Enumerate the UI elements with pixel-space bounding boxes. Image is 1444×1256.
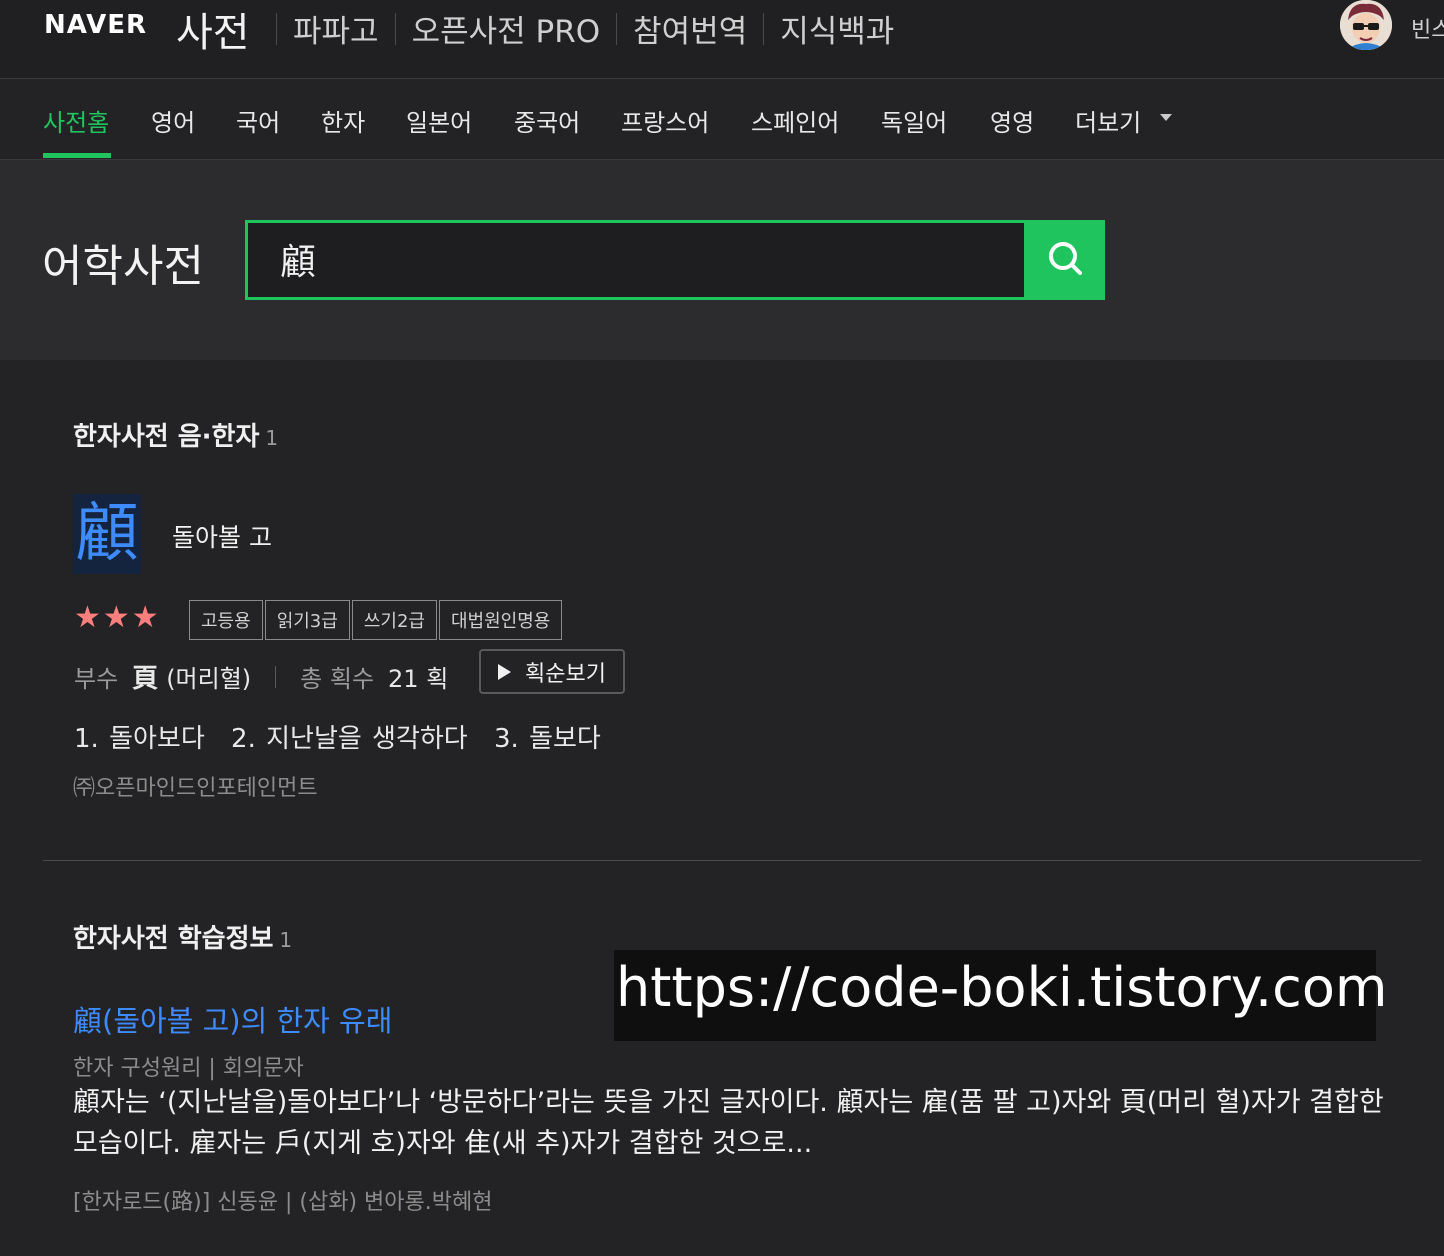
- tab-dictionary-home[interactable]: 사전홈: [43, 103, 109, 138]
- watermark-url: https://code-boki.tistory.com: [614, 950, 1388, 1041]
- service-links: 파파고 오픈사전 PRO 참여번역 지식백과: [276, 6, 910, 51]
- section-title-hanja: 한자사전 음·한자 1: [73, 416, 278, 453]
- hanja-character[interactable]: 顧: [73, 494, 141, 574]
- tab-english-english[interactable]: 영영: [990, 103, 1034, 138]
- section-title-text: 한자사전 음·한자: [73, 422, 260, 452]
- play-icon: [498, 663, 512, 680]
- meaning-item: 2. 지난날을 생각하다: [231, 724, 468, 754]
- section-title-study: 한자사전 학습정보 1: [73, 918, 292, 955]
- tab-more[interactable]: 더보기: [1075, 103, 1141, 138]
- active-tab-indicator: [43, 153, 111, 158]
- result-count: 1: [279, 928, 293, 952]
- chevron-down-icon[interactable]: [1160, 114, 1172, 121]
- results-content: 한자사전 음·한자 1 顧 돌아볼 고 ★★★ 고등용 읽기3급 쓰기2급 대법원…: [0, 360, 1444, 1256]
- service-link-opendict-pro[interactable]: 오픈사전 PRO: [396, 6, 617, 51]
- origin-link[interactable]: 顧(돌아볼 고)의 한자 유래: [73, 998, 392, 1040]
- origin-description: 顧자는 ‘(지난날을)돌아보다’나 ‘방문하다’라는 뜻을 가진 글자이다. 顧…: [73, 1087, 1384, 1159]
- tag-highschool: 고등용: [189, 600, 263, 640]
- level-stars: ★★★: [74, 600, 161, 635]
- strokes-label: 총 획수: [300, 665, 375, 693]
- meanings-list: 1. 돌아보다 2. 지난날을 생각하다 3. 돌보다: [74, 718, 617, 755]
- tab-spanish[interactable]: 스페인어: [751, 103, 839, 138]
- service-link-translation[interactable]: 참여번역: [617, 6, 763, 51]
- tab-french[interactable]: 프랑스어: [621, 103, 709, 138]
- strokes-value: 21 획: [388, 665, 449, 693]
- level-tags: 고등용 읽기3급 쓰기2급 대법원인명용: [189, 600, 564, 640]
- search-button[interactable]: [1026, 220, 1105, 300]
- hanja-meaning: 돌아볼 고: [172, 523, 272, 552]
- result-count: 1: [265, 426, 279, 450]
- naver-logo[interactable]: NAVER: [44, 10, 147, 40]
- search-title: 어학사전: [42, 241, 204, 292]
- username[interactable]: 빈스: [1411, 12, 1444, 44]
- service-link-papago[interactable]: 파파고: [277, 6, 395, 51]
- dictionary-logo[interactable]: 사전: [176, 0, 250, 58]
- service-link-encyclopedia[interactable]: 지식백과: [764, 6, 910, 51]
- section-title-text: 한자사전 학습정보: [73, 924, 274, 954]
- search-icon: [1049, 242, 1082, 275]
- avatar-icon: [1340, 0, 1392, 50]
- origin-source: [한자로드(路)] 신동윤 | (삽화) 변아롱.박혜현: [73, 1190, 493, 1215]
- stroke-order-button[interactable]: 획순보기: [479, 649, 625, 694]
- tab-hanja[interactable]: 한자: [321, 103, 365, 138]
- tab-chinese[interactable]: 중국어: [514, 103, 580, 138]
- radical-label: 부수: [74, 665, 119, 693]
- radical-char[interactable]: 頁: [132, 658, 158, 695]
- top-header: NAVER 사전 파파고 오픈사전 PRO 참여번역 지식백과 빈스: [0, 0, 1444, 79]
- tag-name-use: 대법원인명용: [438, 600, 563, 640]
- divider: [275, 665, 277, 688]
- tag-reading-grade: 읽기3급: [264, 600, 350, 640]
- tab-korean[interactable]: 국어: [236, 103, 280, 138]
- radical-strokes-row: 부수 頁 (머리혈) 총 획수 21 획: [74, 658, 448, 695]
- search-box: [245, 220, 1027, 300]
- tab-japanese[interactable]: 일본어: [406, 103, 472, 138]
- tag-writing-grade: 쓰기2급: [351, 600, 437, 640]
- origin-meta: 한자 구성원리 | 회의문자: [73, 1056, 304, 1081]
- source-credit[interactable]: ㈜오픈마인드인포테인먼트: [73, 770, 318, 802]
- tab-german[interactable]: 독일어: [881, 103, 947, 138]
- search-input[interactable]: [278, 233, 982, 285]
- tab-english[interactable]: 영어: [151, 103, 195, 138]
- stroke-order-label: 획순보기: [525, 661, 606, 687]
- dictionary-nav: 사전홈 영어 국어 한자 일본어 중국어 프랑스어 스페인어 독일어 영영 더보…: [0, 79, 1444, 160]
- meaning-item: 1. 돌아보다: [74, 724, 205, 754]
- radical-name: (머리혈): [166, 665, 252, 693]
- avatar[interactable]: [1340, 0, 1392, 50]
- section-divider: [43, 860, 1421, 861]
- meaning-item: 3. 돌보다: [494, 724, 601, 754]
- search-area: 어학사전: [0, 160, 1444, 360]
